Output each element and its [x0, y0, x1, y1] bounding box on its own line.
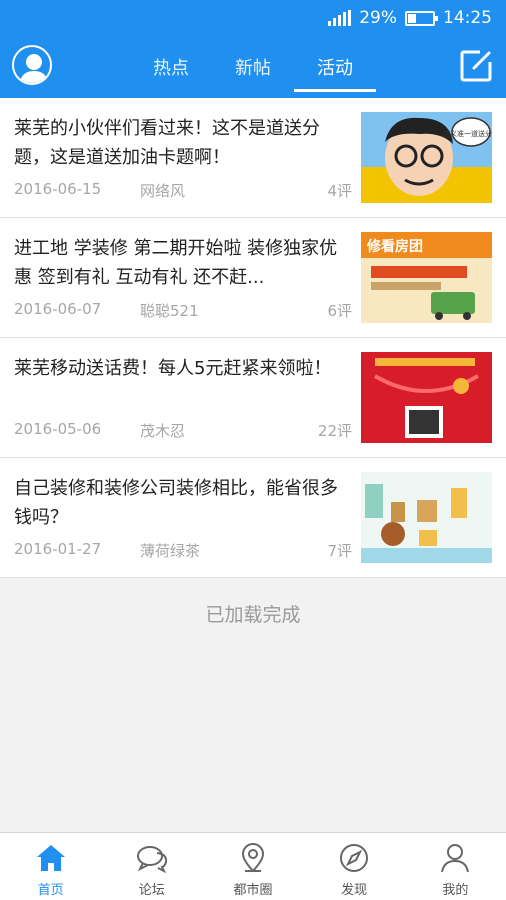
post-author: 薄荷绿茶 — [140, 542, 201, 560]
post-title: 莱芜的小伙伴们看过来！这不是道送分题，这是道送加油卡题啊！ — [14, 118, 320, 168]
post-meta: 2016-06-15 网络风 4评 — [14, 180, 352, 204]
forum-icon — [135, 841, 169, 875]
post-date: 2016-01-27 — [14, 540, 102, 558]
tabbar-label: 都市圈 — [233, 883, 273, 898]
post-item[interactable]: 自己装修和装修公司装修相比，能省很多钱吗？ 2016-01-27 薄荷绿茶 7评 — [0, 458, 506, 578]
bottom-tab-bar: 首页 论坛 都市圈 发现 我的 — [0, 832, 506, 900]
post-date: 2016-06-07 — [14, 300, 102, 318]
tabbar-item-city[interactable]: 都市圈 — [202, 833, 303, 900]
post-title: 莱芜移动送话费！每人5元赶紧来领啦！ — [14, 358, 332, 379]
post-author: 聪聪521 — [140, 302, 199, 320]
post-comment-count: 7评 — [327, 542, 352, 560]
post-title: 自己装修和装修公司装修相比，能省很多钱吗？ — [14, 478, 338, 528]
tab-new-posts[interactable]: 新帖 — [212, 36, 294, 98]
post-meta: 2016-01-27 薄荷绿茶 7评 — [14, 540, 352, 564]
home-icon — [34, 841, 68, 875]
post-comment-count: 6评 — [327, 302, 352, 320]
post-comment-count: 4评 — [327, 182, 352, 200]
status-bar: 29% 14:25 — [0, 0, 506, 36]
tabbar-label: 我的 — [442, 883, 469, 898]
post-list: 莱芜的小伙伴们看过来！这不是道送分题，这是道送加油卡题啊！ 2016-06-15… — [0, 98, 506, 578]
tabbar-item-me[interactable]: 我的 — [405, 833, 506, 900]
post-author: 茂木忍 — [140, 422, 186, 440]
svg-text:修看房团: 修看房团 — [366, 238, 423, 255]
post-meta: 2016-06-07 聪聪521 6评 — [14, 300, 352, 324]
post-item[interactable]: 莱芜移动送话费！每人5元赶紧来领啦！ 2016-05-06 茂木忍 22评 — [0, 338, 506, 458]
post-author: 网络风 — [140, 182, 186, 200]
tabbar-label: 首页 — [37, 883, 64, 898]
post-thumbnail — [361, 352, 492, 443]
tab-hot[interactable]: 热点 — [130, 36, 212, 98]
post-date: 2016-06-15 — [14, 180, 102, 198]
profile-icon — [438, 841, 472, 875]
battery-icon — [405, 10, 438, 26]
signal-icon — [328, 10, 352, 26]
battery-percent: 29% — [359, 8, 397, 28]
compose-icon[interactable] — [458, 48, 494, 84]
post-title: 进工地 学装修 第二期开始啦 装修独家优惠 签到有礼 互动有礼 还不赶... — [14, 238, 338, 288]
post-comment-count: 22评 — [317, 422, 352, 440]
post-item[interactable]: 莱芜的小伙伴们看过来！这不是道送分题，这是道送加油卡题啊！ 2016-06-15… — [0, 98, 506, 218]
compass-icon — [337, 841, 371, 875]
post-item[interactable]: 进工地 学装修 第二期开始啦 装修独家优惠 签到有礼 互动有礼 还不赶... 2… — [0, 218, 506, 338]
location-icon — [236, 841, 270, 875]
load-complete-text: 已加载完成 — [205, 604, 301, 626]
tab-activity[interactable]: 活动 — [294, 36, 376, 98]
post-thumbnail: 修看房团 — [361, 232, 492, 323]
tabbar-label: 论坛 — [138, 883, 165, 898]
tabbar-item-forum[interactable]: 论坛 — [101, 833, 202, 900]
top-nav: 热点 新帖 活动 — [0, 36, 506, 98]
user-avatar-icon[interactable] — [12, 45, 52, 85]
post-meta: 2016-05-06 茂木忍 22评 — [14, 420, 352, 444]
post-thumbnail — [361, 472, 492, 563]
tabbar-item-home[interactable]: 首页 — [0, 833, 101, 900]
nav-tabs: 热点 新帖 活动 — [130, 36, 376, 98]
post-date: 2016-05-06 — [14, 420, 102, 438]
tabbar-label: 发现 — [341, 883, 368, 898]
tabbar-item-discover[interactable]: 发现 — [304, 833, 405, 900]
svg-text:这义准一道送分题: 这义准一道送分题 — [443, 129, 492, 138]
status-time: 14:25 — [443, 8, 492, 28]
post-thumbnail: 这义准一道送分题 — [361, 112, 492, 203]
